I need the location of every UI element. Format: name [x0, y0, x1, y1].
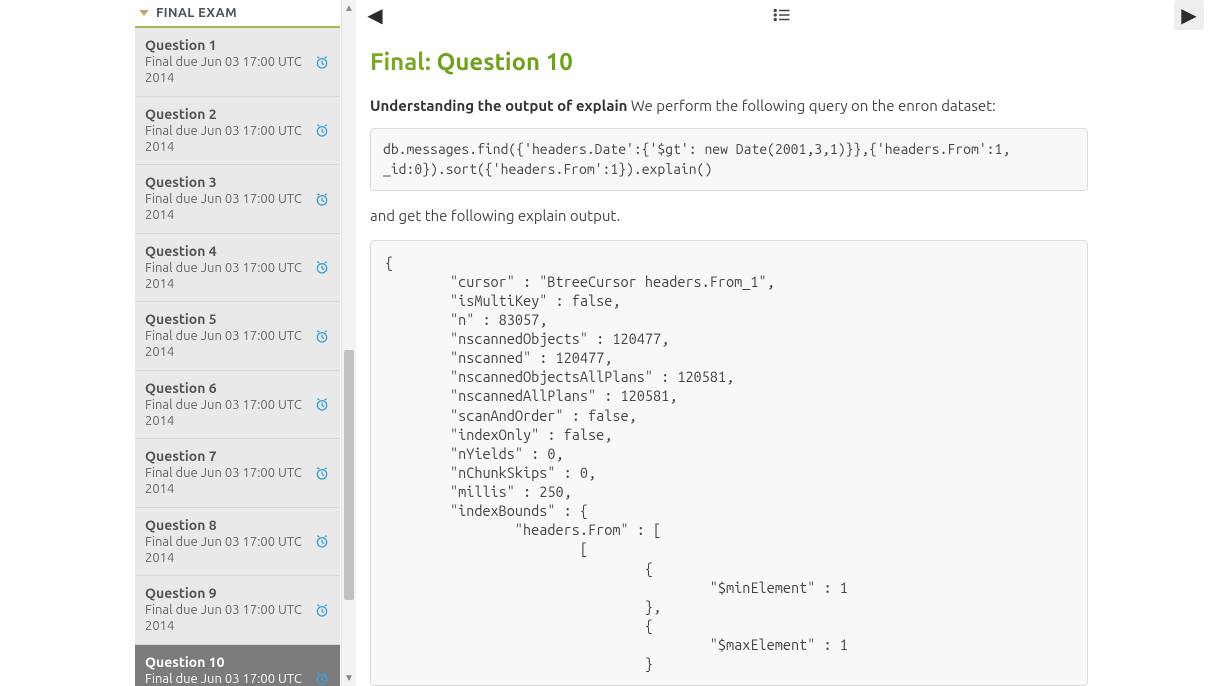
question-subtitle: Final due Jun 03 17:00 UTC 2014: [145, 191, 330, 224]
question-subtitle: Final due Jun 03 17:00 UTC 2014: [145, 671, 330, 686]
next-button[interactable]: ▶: [1174, 0, 1204, 30]
alarm-icon: [314, 533, 330, 549]
title-prefix: Final:: [370, 48, 431, 75]
alarm-icon: [314, 259, 330, 275]
question-subtitle: Final due Jun 03 17:00 UTC 2014: [145, 534, 330, 567]
sidebar-item-question[interactable]: Question 4Final due Jun 03 17:00 UTC 201…: [135, 234, 340, 303]
question-list: Question 1Final due Jun 03 17:00 UTC 201…: [135, 28, 340, 686]
alarm-icon: [314, 122, 330, 138]
alarm-icon: [314, 328, 330, 344]
question-subtitle: Final due Jun 03 17:00 UTC 2014: [145, 328, 330, 361]
main-panel: ◀ ▶ Final: Question 10 Understanding th: [356, 0, 1208, 686]
title-question: Question 10: [436, 48, 572, 75]
question-subtitle: Final due Jun 03 17:00 UTC 2014: [145, 397, 330, 430]
alarm-icon: [314, 54, 330, 70]
question-title: Question 3: [145, 174, 330, 190]
sidebar-item-question[interactable]: Question 6Final due Jun 03 17:00 UTC 201…: [135, 371, 340, 440]
question-title: Question 8: [145, 517, 330, 533]
nav-bar: ◀ ▶: [356, 0, 1208, 38]
question-subtitle: Final due Jun 03 17:00 UTC 2014: [145, 465, 330, 498]
section-title: FINAL EXAM: [156, 6, 237, 20]
sidebar-item-question[interactable]: Question 3Final due Jun 03 17:00 UTC 201…: [135, 165, 340, 234]
list-icon[interactable]: [390, 8, 1174, 22]
question-title: Question 4: [145, 243, 330, 259]
question-title: Question 7: [145, 448, 330, 464]
intro-text: Understanding the output of explain We p…: [370, 97, 1088, 114]
question-subtitle: Final due Jun 03 17:00 UTC 2014: [145, 123, 330, 156]
scroll-thumb[interactable]: [344, 350, 354, 600]
question-title: Question 6: [145, 380, 330, 396]
question-title: Question 9: [145, 585, 330, 601]
mid-text: and get the following explain output.: [370, 207, 1088, 224]
question-title: Question 5: [145, 311, 330, 327]
explain-output-block: { "cursor" : "BtreeCursor headers.From_1…: [370, 240, 1088, 686]
sidebar-item-question[interactable]: Question 7Final due Jun 03 17:00 UTC 201…: [135, 439, 340, 508]
alarm-icon: [314, 191, 330, 207]
caret-down-icon: [139, 10, 149, 16]
prev-button[interactable]: ◀: [360, 0, 390, 30]
sidebar-item-question[interactable]: Question 2Final due Jun 03 17:00 UTC 201…: [135, 97, 340, 166]
question-subtitle: Final due Jun 03 17:00 UTC 2014: [145, 54, 330, 87]
sidebar: FINAL EXAM Question 1Final due Jun 03 17…: [0, 0, 356, 686]
question-title: Question 1: [145, 37, 330, 53]
section-header[interactable]: FINAL EXAM: [135, 0, 340, 28]
page-title: Final: Question 10: [370, 48, 1088, 75]
alarm-icon: [314, 396, 330, 412]
scroll-up-icon[interactable]: ▲: [342, 0, 356, 16]
sidebar-item-question[interactable]: Question 5Final due Jun 03 17:00 UTC 201…: [135, 302, 340, 371]
content-area: Final: Question 10 Understanding the out…: [356, 38, 1208, 686]
question-title: Question 2: [145, 106, 330, 122]
sidebar-item-question[interactable]: Question 10Final due Jun 03 17:00 UTC 20…: [135, 645, 340, 686]
question-subtitle: Final due Jun 03 17:00 UTC 2014: [145, 260, 330, 293]
alarm-icon: [314, 465, 330, 481]
intro-bold: Understanding the output of explain: [370, 97, 627, 114]
sidebar-scrollbar[interactable]: ▲ ▼: [341, 0, 356, 686]
alarm-icon: [314, 602, 330, 618]
question-subtitle: Final due Jun 03 17:00 UTC 2014: [145, 602, 330, 635]
intro-rest: We perform the following query on the en…: [631, 97, 996, 114]
sidebar-item-question[interactable]: Question 9Final due Jun 03 17:00 UTC 201…: [135, 576, 340, 645]
scroll-down-icon[interactable]: ▼: [342, 670, 356, 686]
alarm-icon: [314, 670, 330, 686]
question-title: Question 10: [145, 654, 330, 670]
sidebar-item-question[interactable]: Question 1Final due Jun 03 17:00 UTC 201…: [135, 28, 340, 97]
sidebar-item-question[interactable]: Question 8Final due Jun 03 17:00 UTC 201…: [135, 508, 340, 577]
query-code-block: db.messages.find({'headers.Date':{'$gt':…: [370, 128, 1088, 191]
